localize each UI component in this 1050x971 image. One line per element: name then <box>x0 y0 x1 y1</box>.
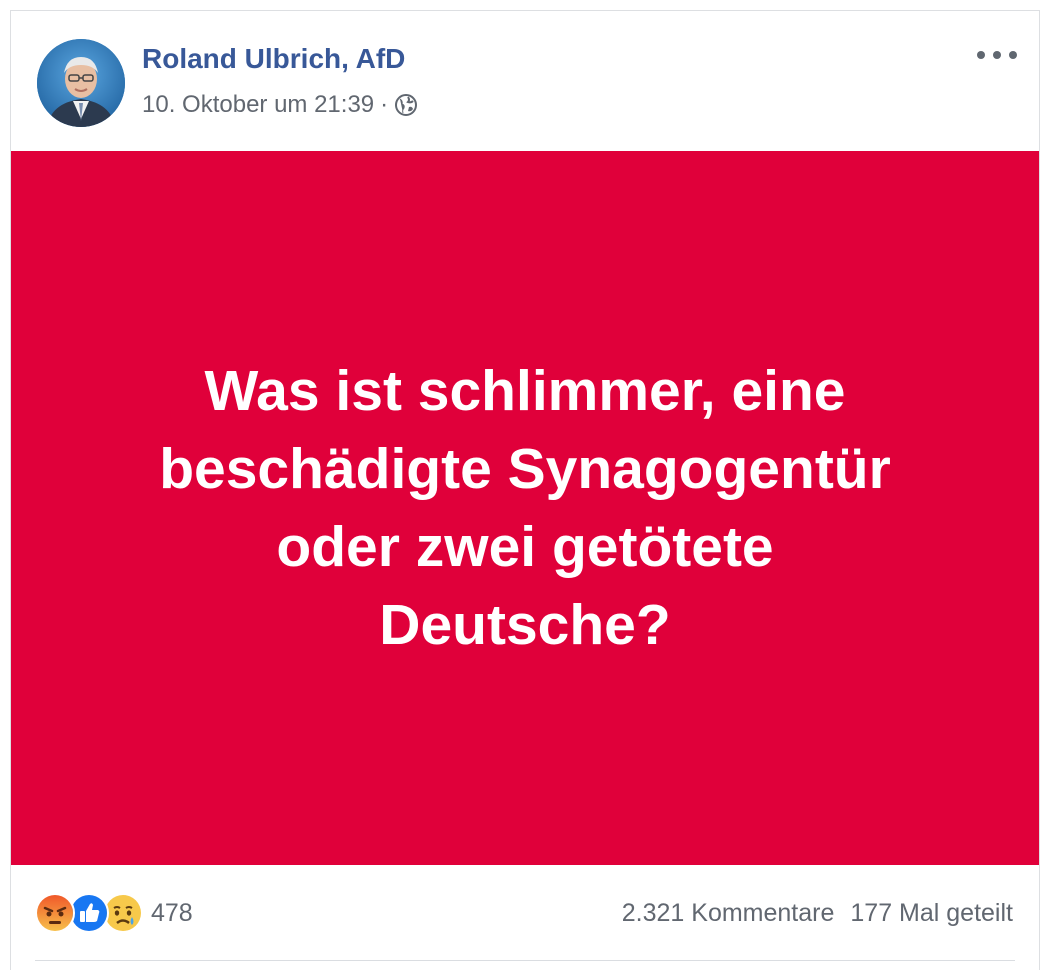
post-stats: 2.321 Kommentare 177 Mal geteilt <box>622 899 1013 928</box>
post-image[interactable]: Was ist schlimmer, eine beschädigte Syna… <box>11 151 1039 865</box>
sad-reaction-icon <box>103 893 143 933</box>
post-image-text: Was ist schlimmer, eine beschädigte Syna… <box>159 359 891 657</box>
reaction-count: 478 <box>151 898 193 927</box>
comments-count-link[interactable]: 2.321 Kommentare <box>622 899 835 927</box>
meta-separator: · <box>380 91 389 118</box>
post-meta: 10. Oktober um 21:39 · <box>142 91 418 119</box>
more-options-icon[interactable] <box>977 41 1017 69</box>
post-header: Roland Ulbrich, AfD 10. Oktober um 21:39… <box>11 11 1039 151</box>
reactions-summary[interactable]: 478 <box>35 893 193 933</box>
post-timestamp[interactable]: 10. Oktober um 21:39 <box>142 91 374 119</box>
globe-icon <box>394 93 418 117</box>
like-reaction-icon <box>69 893 109 933</box>
author-name-link[interactable]: Roland Ulbrich, AfD <box>142 43 405 75</box>
angry-reaction-icon <box>35 893 75 933</box>
shares-count-link[interactable]: 177 Mal geteilt <box>850 899 1013 927</box>
avatar[interactable] <box>37 39 125 127</box>
post-footer: 478 2.321 Kommentare 177 Mal geteilt <box>11 865 1039 971</box>
post-card: Roland Ulbrich, AfD 10. Oktober um 21:39… <box>10 10 1040 970</box>
